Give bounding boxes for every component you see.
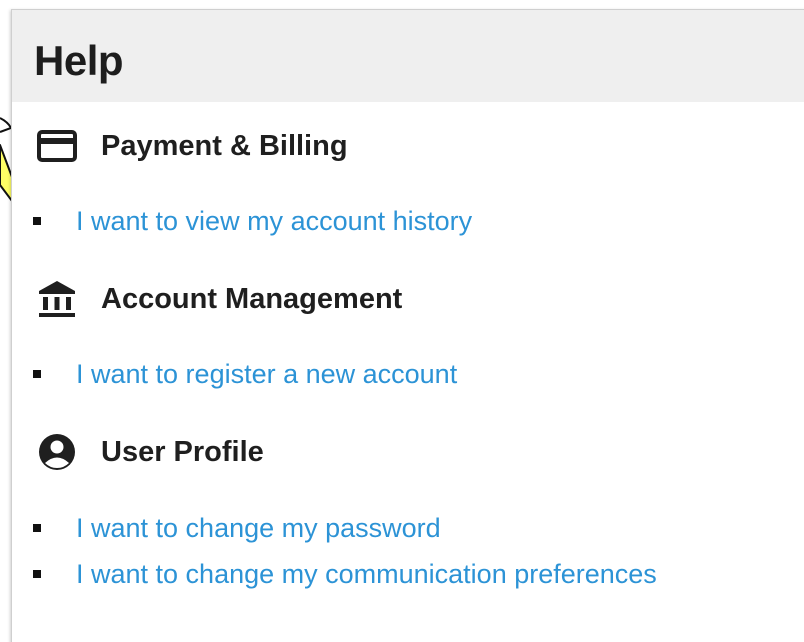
- bullet: [33, 524, 41, 532]
- bank-icon: [37, 279, 77, 319]
- page-title: Help: [34, 37, 124, 84]
- bullet: [33, 570, 41, 578]
- section-label: Account Management: [101, 282, 403, 315]
- help-header: Help: [12, 10, 804, 102]
- section-label: User Profile: [101, 435, 264, 468]
- help-screen: Help Payment & Billing I want to view my…: [0, 0, 804, 642]
- register-new-account-link[interactable]: I want to register a new account: [76, 360, 457, 388]
- section-account-management: Account Management: [37, 279, 402, 319]
- section-payment-billing: Payment & Billing: [37, 126, 348, 166]
- help-panel: Help Payment & Billing I want to view my…: [11, 9, 804, 642]
- change-password-link[interactable]: I want to change my password: [76, 514, 441, 542]
- bullet: [33, 370, 41, 378]
- section-user-profile: User Profile: [37, 432, 264, 472]
- change-communication-preferences-link[interactable]: I want to change my communication prefer…: [76, 560, 657, 588]
- user-circle-icon: [37, 432, 77, 472]
- bullet: [33, 217, 41, 225]
- section-label: Payment & Billing: [101, 129, 348, 162]
- credit-card-icon: [37, 126, 77, 166]
- view-account-history-link[interactable]: I want to view my account history: [76, 207, 472, 235]
